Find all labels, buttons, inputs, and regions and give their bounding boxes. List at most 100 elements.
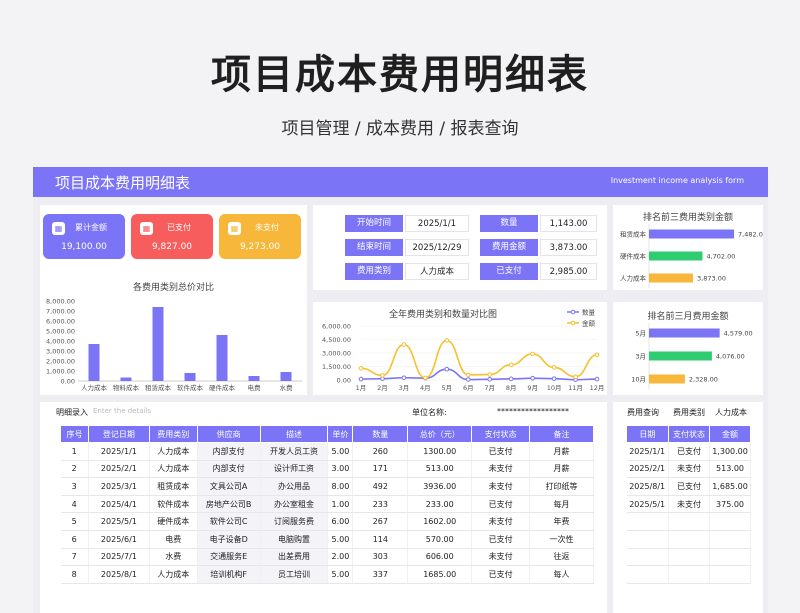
x-tick-label: 水费 [280,383,294,392]
column-header[interactable]: 总价（元） [407,425,473,443]
table-cell: 2025/3/1 [88,477,150,496]
column-header[interactable]: 日期 [626,425,669,443]
category-bar-chart: 0.00 1,000.00 2,000.00 3,000.00 4,000.00 5,00… [46,298,302,392]
y-tick-label: 0.00 [337,377,351,385]
table-row[interactable]: 2025/8/1 已支付 1,685.00 [626,477,751,496]
x-tick-label: 软件成本 [177,383,204,392]
summary-card-total[interactable]: ▦ 累计金额 19,100.00 [43,214,125,259]
column-header[interactable]: 供应商 [196,425,261,443]
data-point [530,351,535,357]
summary-card-label: 累计金额 [75,223,107,232]
table-cell: 办公用品 [260,477,329,496]
x-tick-label: 2月 [377,384,388,392]
table-row[interactable]: 2025/2/1 未支付 513.00 [626,460,751,479]
category-label: 5月 [635,330,646,338]
summary-card-paid[interactable]: ▦ 已支付 9,827.00 [131,214,213,259]
table-row[interactable]: 5 2025/5/1 硬件成本 软件公司C 订阅服务费 6.00 267 1602.00 未支付… [60,512,594,531]
table-row[interactable]: 2 2025/2/1 人力成本 内部支付 设计师工资 3.00 171 513.00 未支付 月薪 [60,460,594,479]
table-cell: 未支付 [471,548,531,567]
table-cell: 订阅服务费 [260,512,329,531]
query-category-value[interactable]: 人力成本 [715,407,747,418]
info-panel: 开始时间 2025/1/1 结束时间 2025/12/29 费用类别 人力成本 … [313,205,607,290]
y-tick-label: 4,000.00 [46,338,75,346]
column-header[interactable]: 描述 [259,425,329,443]
data-point [530,375,535,381]
x-tick-label: 1月 [356,384,367,392]
table-cell: 6.00 [327,512,354,531]
column-header[interactable]: 备注 [529,425,594,443]
table-cell: 未支付 [471,512,531,531]
top-category-panel: 排名前三费用类别金额 租赁成本7,482.00硬件成本4,702.00人力成本3… [613,205,763,290]
table-row[interactable]: 2025/1/1 已支付 1,300.00 [626,442,751,461]
top-month-chart: 5月 4,579.00 3月 4,076.00 10月 2,328.00 [631,323,753,389]
legend-marker [570,309,576,315]
banner-title: 项目成本费用明细表 [55,174,191,192]
category-label: 人力成本 [620,274,647,283]
table-cell [709,565,751,584]
column-header[interactable]: 单价 [327,425,354,443]
legend-marker [570,320,576,326]
table-cell: 1 [60,442,89,461]
table-cell: 1,300.00 [709,442,751,461]
entry-input[interactable]: Enter the details [93,407,151,415]
table-cell: 月薪 [529,442,594,461]
column-header[interactable]: 数量 [352,425,409,443]
x-tick-label: 4月 [420,384,431,392]
table-cell: 6 [60,530,89,549]
y-tick-label: 0.00 [61,378,75,386]
table-cell: 交通服务E [197,548,261,567]
column-header[interactable]: 支付状态 [667,425,711,443]
x-tick-label: 8月 [506,384,517,392]
column-header[interactable]: 序号 [60,425,89,443]
end-date-field[interactable]: 2025/12/29 [405,239,469,256]
summary-card-value: 9,827.00 [151,242,193,252]
table-row[interactable]: 8 2025/8/1 人力成本 培训机构F 员工培训 5.00 337 1685.00 已支付每… [60,565,594,584]
table-cell: 570.00 [407,530,473,549]
data-label: 4,702.00 [706,253,735,261]
table-row[interactable]: 2025/5/1 未支付 375.00 [626,495,751,514]
table-row[interactable]: 1 2025/1/1 人力成本 内部支付 开发人员工资 5.00 260 1300.00 已支付… [60,442,594,461]
table-cell: 606.00 [407,548,473,567]
y-tick-label: 4,500.00 [322,336,351,344]
query-body: 2025/1/1 已支付 1,300.00 2025/2/1 未支付 513.00 2025… [626,442,751,584]
count-label: 数量 [480,215,538,232]
table-cell: 2025/1/1 [88,442,150,461]
data-point [508,376,514,382]
table-cell: 文具公司A [197,477,261,496]
table-cell: 5.00 [327,442,354,461]
table-cell: 租赁成本 [149,477,198,496]
table-cell: 2025/4/1 [88,495,150,514]
table-row[interactable] [626,548,751,567]
series-line [360,339,598,379]
page-breadcrumb: 项目管理 / 成本费用 / 报表查询 [281,119,519,139]
table-cell: 1685.00 [407,565,473,584]
category-select[interactable]: 人力成本 [405,263,469,280]
table-row[interactable]: 3 2025/3/1 租赁成本 文具公司A 办公用品 8.00 492 3936.00 未支付打… [60,477,594,496]
table-row[interactable]: 6 2025/6/1 电费 电子设备D 电脑购置 5.00 114 570.00 已支付 一次性 [60,530,594,549]
column-header[interactable]: 金额 [709,425,751,443]
x-tick-label: 电费 [248,383,262,392]
table-cell: 办公室租金 [260,495,329,514]
bar [649,229,735,239]
table-row[interactable]: 7 2025/7/1 水费 交通服务E 出差费用 2.00 303 606.00 未支付 往返 [60,548,594,567]
table-cell: 水费 [149,548,198,567]
table-cell [626,512,669,531]
table-cell: 电脑购置 [260,530,329,549]
table-cell: 2025/2/1 [88,460,150,479]
table-cell: 337 [352,565,409,584]
table-cell [709,530,751,549]
column-header[interactable]: 登记日期 [87,425,150,443]
column-header[interactable]: 支付状态 [471,425,531,443]
table-row[interactable] [626,530,751,549]
table-cell: 内部支付 [197,442,261,461]
table-row[interactable] [626,512,751,531]
y-tick-label: 6,000.00 [46,318,75,326]
table-row[interactable] [626,565,751,584]
table-cell: 260 [352,442,409,461]
start-date-field[interactable]: 2025/1/1 [405,215,469,232]
column-header[interactable]: 费用类别 [148,425,198,443]
table-row[interactable]: 4 2025/4/1 软件成本 房地产公司B 办公室租金 1.00 233 233.00 已支付… [60,495,594,514]
data-label: 4,076.00 [716,353,745,361]
summary-card-unpaid[interactable]: ▦ 未支付 9,273.00 [219,214,301,259]
x-tick-label: 9月 [527,384,538,392]
